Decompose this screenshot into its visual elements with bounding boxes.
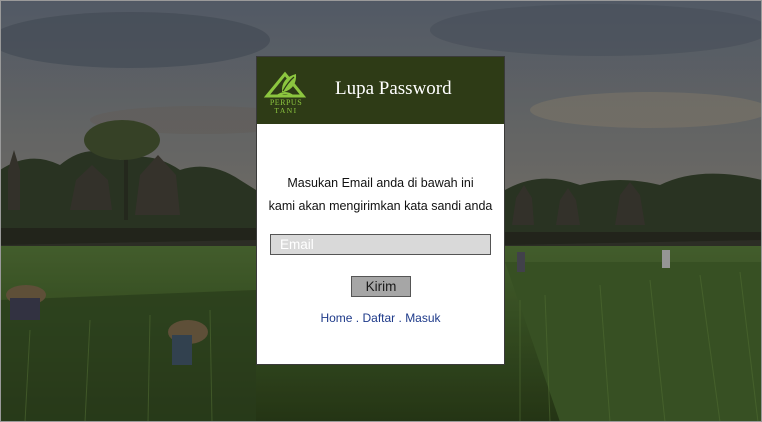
perpus-tani-logo[interactable]: PERPUS TANI <box>263 68 309 116</box>
home-link[interactable]: Home <box>320 311 352 325</box>
footer-links: Home . Daftar . Masuk <box>257 311 504 325</box>
page-title: Lupa Password <box>335 78 452 99</box>
send-button[interactable]: Kirim <box>351 276 411 297</box>
link-separator: . <box>352 311 363 325</box>
daftar-link[interactable]: Daftar <box>362 311 395 325</box>
forgot-password-card: PERPUS TANI Lupa Password Masukan Email … <box>256 56 505 365</box>
email-input[interactable] <box>270 234 491 255</box>
instruction-line-2: kami akan mengirimkan kata sandi anda <box>268 199 493 213</box>
masuk-link[interactable]: Masuk <box>405 311 440 325</box>
instruction-line-1: Masukan Email anda di bawah ini <box>287 176 474 190</box>
logo-text-tani: TANI <box>274 106 298 115</box>
card-header: PERPUS TANI Lupa Password <box>257 57 504 124</box>
book-leaf-logo-icon <box>263 71 307 98</box>
link-separator: . <box>395 311 406 325</box>
